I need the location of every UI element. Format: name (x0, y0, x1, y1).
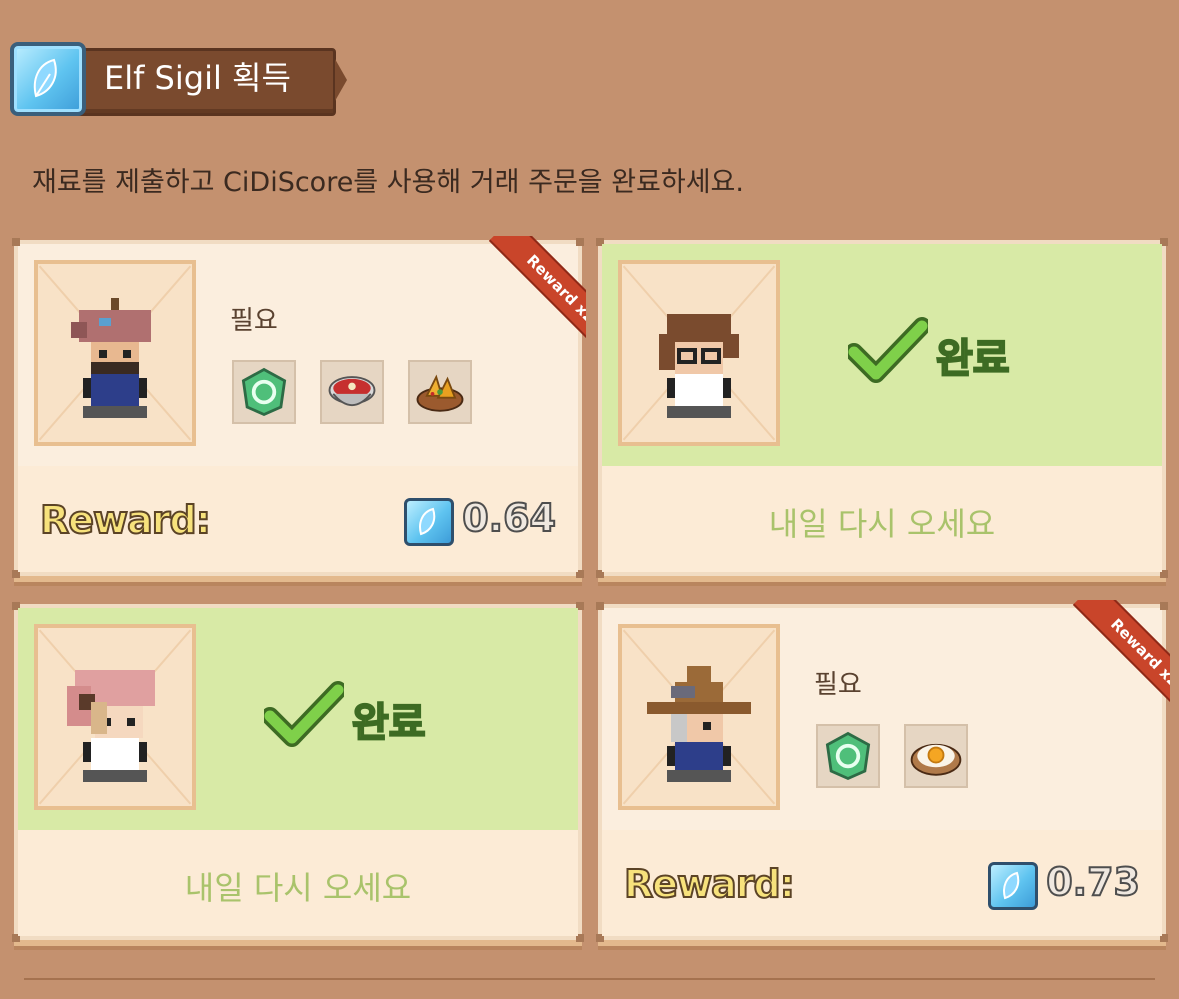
required-items (232, 360, 472, 424)
complete-label: 완료 (935, 335, 1011, 383)
character-portrait (34, 624, 196, 810)
need-label: 필요 (814, 670, 862, 700)
reward-label: Reward: (39, 497, 212, 543)
instruction-text: 재료를 제출하고 CiDiScore를 사용해 거래 주문을 완료하세요. (32, 167, 744, 198)
checkmark-icon (845, 316, 931, 384)
character-portrait (618, 260, 780, 446)
reward-x2-ribbon: Reward x2 (466, 236, 586, 356)
need-label: 필요 (230, 306, 278, 336)
character-portrait (618, 624, 780, 810)
green-token-icon (816, 724, 880, 788)
elf-sigil-gem-icon (10, 42, 86, 116)
nachos-icon (408, 360, 472, 424)
order-card-2[interactable]: 완료 내일 다시 오세요 (596, 238, 1168, 578)
header-title: Elf Sigil 획득 (104, 59, 291, 97)
fried-egg-icon (904, 724, 968, 788)
complete-label: 완료 (351, 699, 427, 747)
reward-x2-ribbon: Reward x2 (1050, 600, 1170, 720)
reward-amount: 0.64 (461, 495, 557, 541)
come-back-tomorrow-text: 내일 다시 오세요 (184, 869, 412, 907)
character-portrait (34, 260, 196, 446)
green-token-icon (232, 360, 296, 424)
order-card-3[interactable]: 완료 내일 다시 오세요 (12, 602, 584, 942)
required-items (816, 724, 968, 788)
order-card-1[interactable]: 필요 Reward: 0.64 Reward x2 (12, 236, 586, 578)
soup-bowl-icon (320, 360, 384, 424)
reward-amount: 0.73 (1045, 859, 1141, 905)
come-back-tomorrow-text: 내일 다시 오세요 (768, 505, 996, 543)
elf-sigil-header: Elf Sigil 획득 (10, 42, 347, 116)
order-card-4[interactable]: 필요 Reward: 0.73 Reward x2 (596, 600, 1170, 942)
elf-sigil-gem-icon (404, 498, 454, 546)
divider (24, 978, 1155, 980)
checkmark-icon (261, 680, 347, 748)
reward-label: Reward: (623, 861, 796, 907)
elf-sigil-gem-icon (988, 862, 1038, 910)
